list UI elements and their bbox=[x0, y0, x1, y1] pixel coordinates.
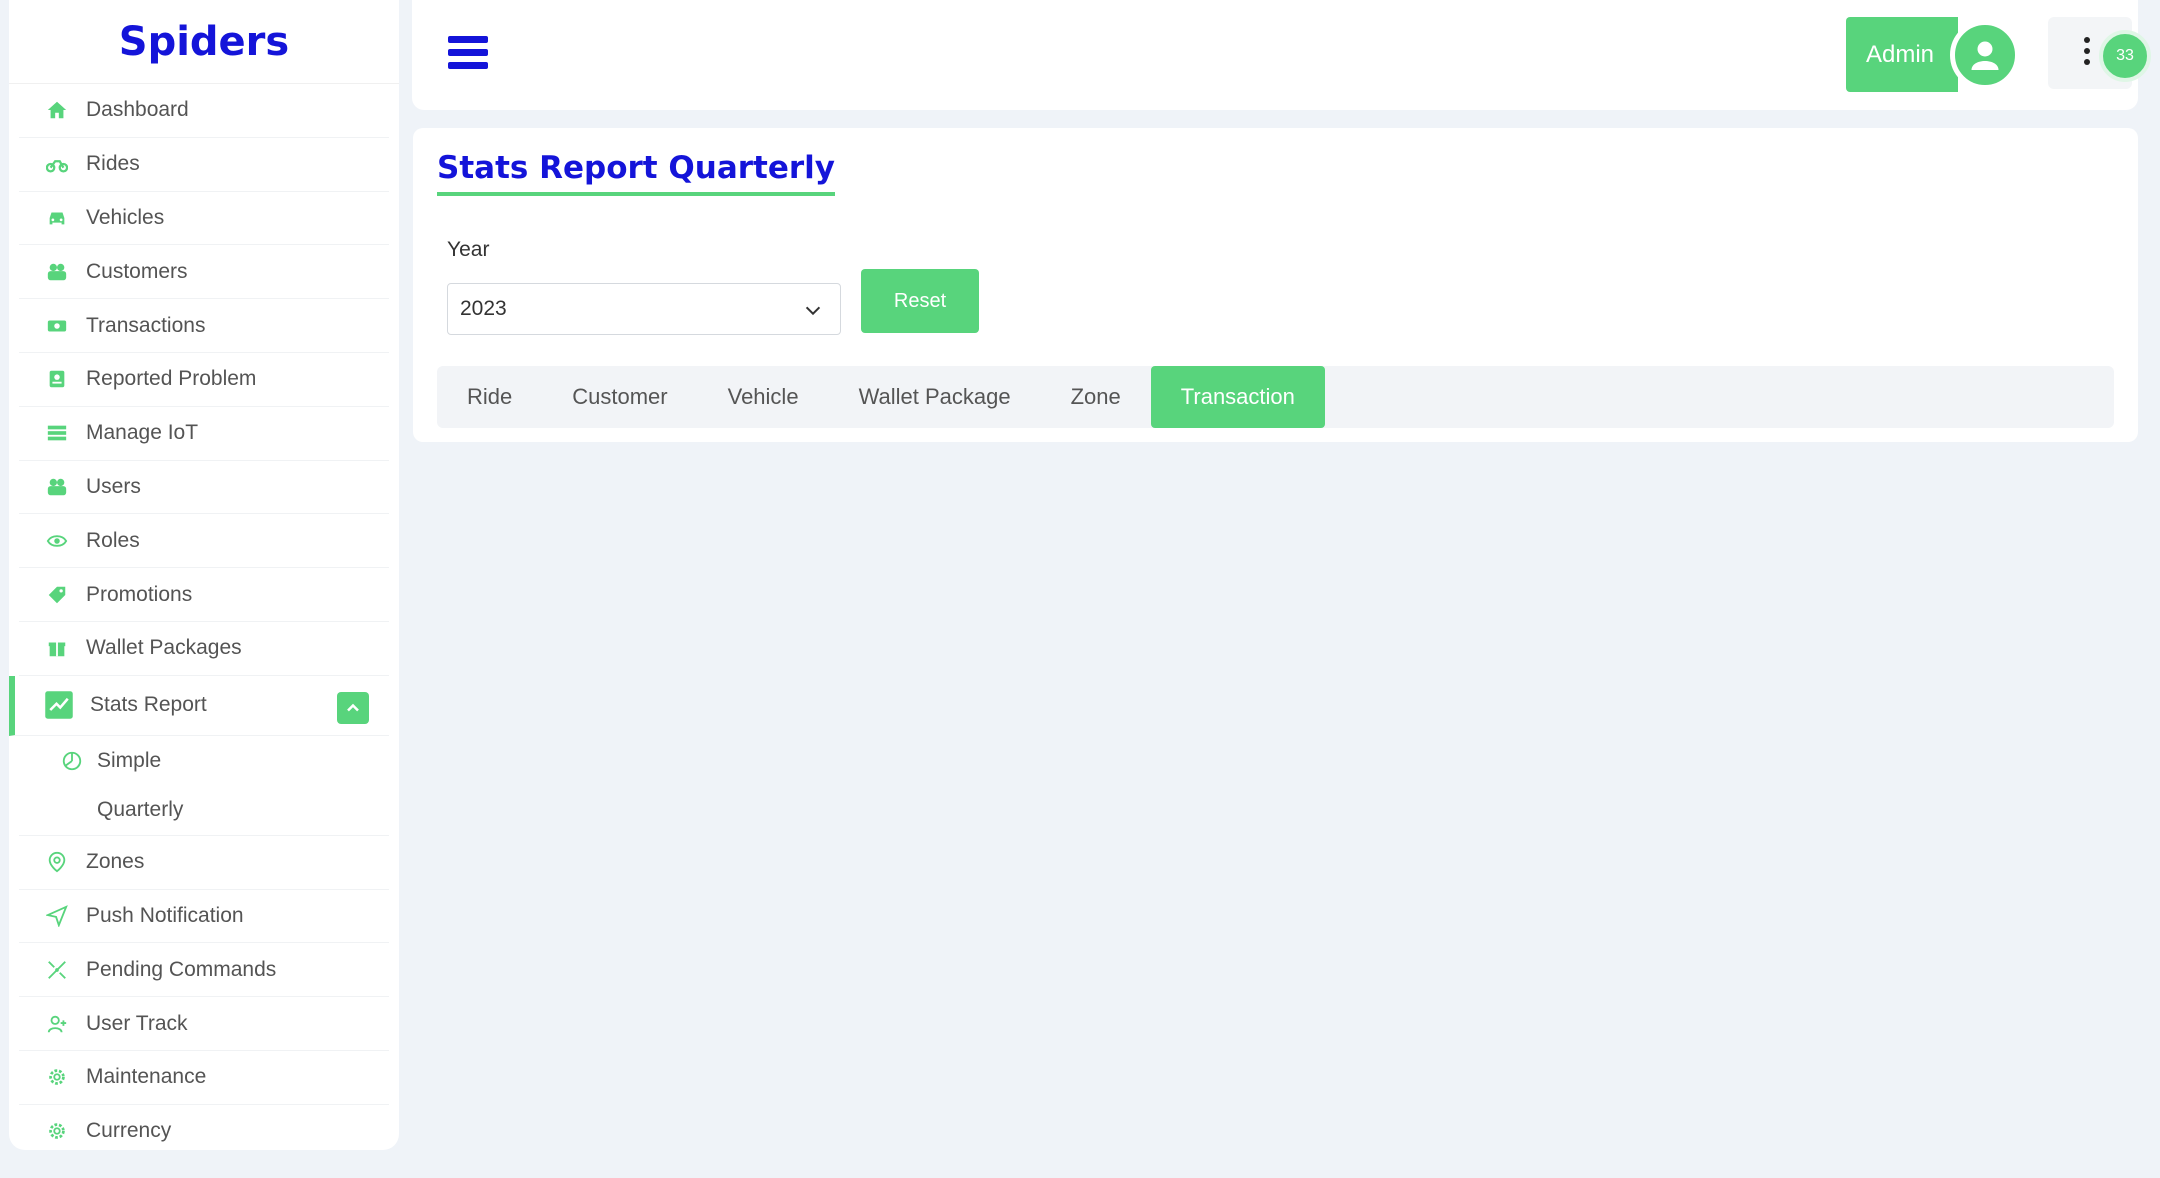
sidebar-item-push-notification[interactable]: Push Notification bbox=[19, 890, 389, 944]
sidebar-item-maintenance[interactable]: Maintenance bbox=[19, 1051, 389, 1105]
sidebar-item-dashboard[interactable]: Dashboard bbox=[19, 84, 389, 138]
sidebar-item-currency[interactable]: Currency bbox=[19, 1105, 389, 1150]
sidebar-subitem-quarterly[interactable]: Quarterly bbox=[19, 786, 389, 836]
admin-button[interactable]: Admin bbox=[1846, 17, 1958, 92]
sidebar-item-label: Maintenance bbox=[86, 1065, 207, 1089]
sidebar-item-label: Reported Problem bbox=[86, 367, 257, 391]
menu-toggle-icon[interactable] bbox=[448, 36, 488, 70]
car-icon bbox=[44, 205, 70, 231]
sidebar-item-label: Push Notification bbox=[86, 903, 244, 927]
sidebar-subitem-label: Quarterly bbox=[97, 798, 184, 822]
list-icon bbox=[44, 420, 70, 446]
tab-transaction[interactable]: Transaction bbox=[1150, 366, 1325, 428]
gift-icon bbox=[44, 635, 70, 661]
sidebar-item-roles[interactable]: Roles bbox=[19, 514, 389, 569]
year-select[interactable]: 2023 bbox=[447, 283, 841, 335]
sidebar-item-rides[interactable]: Rides bbox=[19, 138, 389, 192]
send-icon bbox=[44, 903, 70, 929]
sidebar-item-users[interactable]: Users bbox=[19, 461, 389, 515]
user-track-icon bbox=[44, 1011, 70, 1037]
sidebar-item-label: Promotions bbox=[86, 582, 193, 606]
gear-icon bbox=[44, 1118, 70, 1144]
brand-logo: Spiders bbox=[9, 0, 399, 84]
sidebar-item-label: Wallet Packages bbox=[86, 636, 242, 660]
tab-ride[interactable]: Ride bbox=[437, 366, 542, 428]
sidebar-item-label: Rides bbox=[86, 152, 140, 176]
sidebar-item-manage-iot[interactable]: Manage IoT bbox=[19, 407, 389, 461]
sidebar-item-pending-commands[interactable]: Pending Commands bbox=[19, 943, 389, 998]
home-icon bbox=[44, 97, 70, 123]
top-bar: Admin 33 bbox=[412, 0, 2151, 110]
tab-customer[interactable]: Customer bbox=[542, 366, 697, 428]
commands-icon bbox=[44, 957, 70, 983]
sidebar-item-label: Currency bbox=[86, 1119, 172, 1143]
sidebar-item-zones[interactable]: Zones bbox=[19, 836, 389, 890]
sidebar-item-label: Vehicles bbox=[86, 205, 165, 229]
sidebar-item-label: Customers bbox=[86, 259, 188, 283]
sidebar-item-label: Transactions bbox=[86, 313, 206, 337]
notification-count-badge[interactable]: 33 bbox=[2099, 30, 2151, 82]
sidebar-item-label: Roles bbox=[86, 528, 140, 552]
chevron-down-icon bbox=[802, 300, 824, 328]
sidebar-item-customers[interactable]: Customers bbox=[19, 245, 389, 300]
report-tabs: Ride Customer Vehicle Wallet Package Zon… bbox=[437, 366, 2114, 428]
year-select-value: 2023 bbox=[460, 297, 507, 320]
tab-zone[interactable]: Zone bbox=[1041, 366, 1151, 428]
chevron-up-icon[interactable] bbox=[337, 691, 369, 724]
page-title: Stats Report Quarterly bbox=[437, 150, 836, 196]
reset-button[interactable]: Reset bbox=[861, 269, 979, 333]
sidebar-item-label: Manage IoT bbox=[86, 421, 199, 445]
sidebar-item-transactions[interactable]: Transactions bbox=[19, 299, 389, 353]
sidebar-item-label: Stats Report bbox=[90, 693, 207, 717]
motorcycle-icon bbox=[44, 151, 70, 177]
avatar-user-icon[interactable] bbox=[1950, 20, 2020, 90]
report-icon bbox=[44, 366, 70, 392]
pie-icon bbox=[61, 749, 85, 773]
users-icon bbox=[44, 474, 70, 500]
sidebar-subitem-simple[interactable]: Simple bbox=[19, 736, 389, 786]
admin-label: Admin bbox=[1866, 40, 1935, 68]
sidebar-item-label: Users bbox=[86, 474, 141, 498]
tag-icon bbox=[44, 582, 70, 608]
chart-icon bbox=[44, 690, 74, 720]
users-icon bbox=[44, 259, 70, 285]
location-pin-icon bbox=[44, 849, 70, 875]
year-label: Year bbox=[447, 238, 490, 261]
gear-icon bbox=[44, 1064, 70, 1090]
sidebar-item-label: Dashboard bbox=[86, 98, 189, 122]
sidebar-item-promotions[interactable]: Promotions bbox=[19, 568, 389, 622]
sidebar: Spiders Dashboard Rides Vehicles Custome… bbox=[9, 0, 399, 1150]
kebab-menu-icon bbox=[2084, 37, 2090, 70]
sidebar-item-stats-report[interactable]: Stats Report bbox=[9, 675, 389, 736]
money-icon bbox=[44, 313, 70, 339]
sidebar-item-reported-problem[interactable]: Reported Problem bbox=[19, 353, 389, 407]
tab-vehicle[interactable]: Vehicle bbox=[698, 366, 829, 428]
sidebar-item-label: Zones bbox=[86, 850, 145, 874]
eye-icon bbox=[44, 528, 70, 554]
tab-wallet-package[interactable]: Wallet Package bbox=[829, 366, 1041, 428]
sidebar-item-label: User Track bbox=[86, 1011, 188, 1035]
sidebar-item-user-track[interactable]: User Track bbox=[19, 997, 389, 1051]
sidebar-subitem-label: Simple bbox=[97, 748, 162, 772]
sidebar-item-label: Pending Commands bbox=[86, 957, 277, 981]
stats-report-card: Stats Report Quarterly Year 2023 Reset R… bbox=[413, 128, 2138, 442]
sidebar-item-wallet-packages[interactable]: Wallet Packages bbox=[19, 622, 389, 676]
sidebar-item-vehicles[interactable]: Vehicles bbox=[19, 192, 389, 246]
